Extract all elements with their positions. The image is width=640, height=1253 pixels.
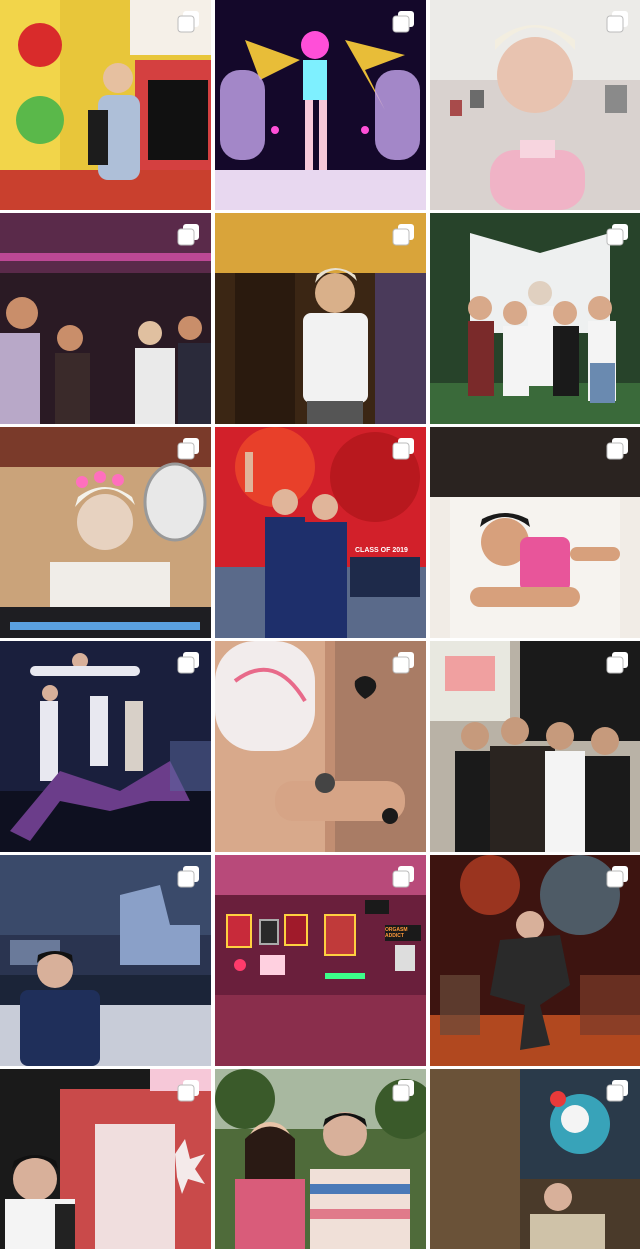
multiple-photos-icon [175, 1079, 201, 1105]
multiple-photos-icon [175, 865, 201, 891]
sign-text: CLASS OF 2019 [355, 547, 408, 554]
post-tile-3[interactable] [430, 0, 640, 210]
post-tile-9[interactable] [430, 427, 640, 638]
post-tile-12[interactable] [430, 641, 640, 852]
post-tile-5[interactable] [215, 213, 426, 424]
multiple-photos-icon [604, 437, 630, 463]
multiple-photos-icon [175, 223, 201, 249]
post-tile-4[interactable] [0, 213, 211, 424]
post-tile-15[interactable] [430, 855, 640, 1066]
multiple-photos-icon [604, 865, 630, 891]
multiple-photos-icon [604, 651, 630, 677]
post-tile-16[interactable] [0, 1069, 211, 1249]
multiple-photos-icon [175, 10, 201, 36]
post-tile-14[interactable]: ORGASM ADDICT [215, 855, 426, 1066]
post-tile-8[interactable]: CLASS OF 2019 [215, 427, 426, 638]
post-tile-6[interactable] [430, 213, 640, 424]
post-tile-1[interactable] [0, 0, 211, 210]
post-tile-10[interactable] [0, 641, 211, 852]
sign-text: ORGASM ADDICT [385, 927, 408, 939]
post-tile-11[interactable] [215, 641, 426, 852]
multiple-photos-icon [390, 437, 416, 463]
multiple-photos-icon [175, 651, 201, 677]
post-tile-2[interactable] [215, 0, 426, 210]
multiple-photos-icon [390, 865, 416, 891]
post-tile-18[interactable] [430, 1069, 640, 1249]
multiple-photos-icon [390, 651, 416, 677]
multiple-photos-icon [604, 223, 630, 249]
post-tile-7[interactable] [0, 427, 211, 638]
multiple-photos-icon [175, 437, 201, 463]
multiple-photos-icon [390, 1079, 416, 1105]
multiple-photos-icon [390, 10, 416, 36]
post-tile-13[interactable] [0, 855, 211, 1066]
post-tile-17[interactable] [215, 1069, 426, 1249]
multiple-photos-icon [604, 1079, 630, 1105]
photo-grid: CLASS OF 2019 ORGASM ADDICT [0, 0, 640, 1253]
multiple-photos-icon [604, 10, 630, 36]
multiple-photos-icon [390, 223, 416, 249]
